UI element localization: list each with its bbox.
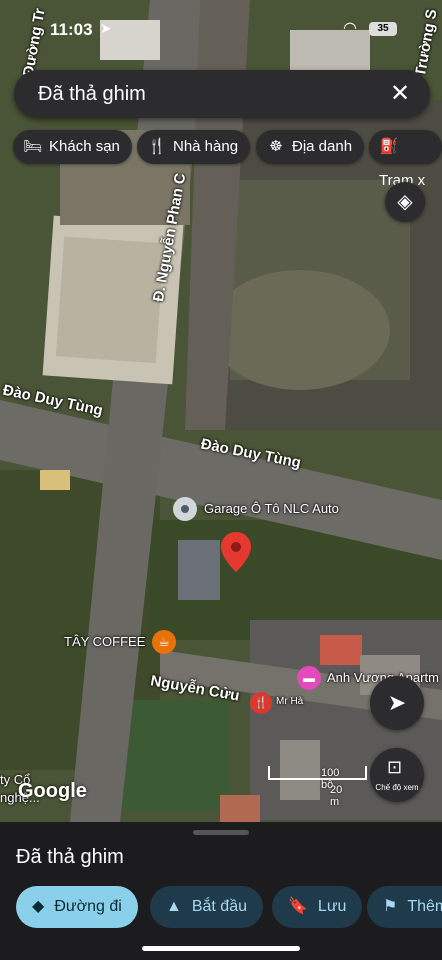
battery-icon: 35: [369, 22, 397, 36]
scale-meters: 20 m: [330, 784, 343, 808]
save-button[interactable]: 🔖 Lưu: [272, 886, 363, 928]
mr-ha-label: Mr Hà: [276, 696, 304, 707]
layers-icon: ◈: [397, 191, 413, 213]
directions-button[interactable]: ◆ Đường đi: [16, 886, 138, 928]
sheet-drag-handle[interactable]: [193, 830, 249, 835]
search-query[interactable]: Đã thả ghim: [38, 83, 146, 106]
restaurant-marker-icon: 🍴: [250, 692, 272, 714]
directions-label: Đường đi: [54, 898, 122, 915]
coffee-cup-icon: ☕: [152, 630, 176, 654]
more-label: Thêm: [407, 898, 442, 915]
bed-icon: 🛏: [23, 138, 43, 155]
wifi-icon: ◠: [343, 20, 357, 37]
my-location-button[interactable]: ➤: [370, 676, 424, 730]
navigation-arrow-icon: ➤: [387, 690, 407, 715]
chip-hotels[interactable]: 🛏 Khách sạn: [13, 130, 132, 164]
fuel-icon: ⛽: [379, 138, 399, 155]
location-pin-dot-icon: [181, 505, 189, 513]
chip-gas-station[interactable]: ⛽Trạm x: [369, 130, 442, 189]
landmark-icon: ☸: [269, 138, 283, 155]
chip-restaurants[interactable]: 🍴 Nhà hàng: [137, 130, 251, 164]
directions-icon: ◆: [32, 898, 45, 915]
flag-icon: ⚑: [383, 898, 398, 915]
scale-bar: [268, 766, 367, 780]
restaurant-icon: 🍴: [147, 138, 167, 155]
bookmark-icon: 🔖: [288, 898, 308, 915]
google-logo: Google: [18, 780, 87, 802]
camera-lens-icon: ⊡: [387, 757, 403, 777]
home-indicator[interactable]: [142, 946, 300, 951]
chip-label: Địa danh: [292, 138, 353, 155]
more-button[interactable]: ⚑ Thêm: [367, 886, 442, 928]
bottom-sheet[interactable]: Đã thả ghim ◆ Đường đi ▲ Bắt đầu 🔖 Lưu ⚑ Thê…: [0, 822, 442, 960]
status-time: 11:03: [50, 20, 93, 39]
coffee-label: TÂY COFFEE: [64, 634, 146, 649]
location-arrow-icon: ➤: [100, 20, 112, 36]
lens-label: Chế độ xem: [375, 783, 419, 792]
layers-button[interactable]: ◈: [385, 182, 425, 222]
sheet-title: Đã thả ghim: [16, 846, 124, 868]
chip-label: Khách sạn: [49, 138, 120, 155]
start-label: Bắt đầu: [191, 898, 247, 915]
navigation-start-icon: ▲: [166, 898, 182, 915]
chip-label: Nhà hàng: [173, 138, 239, 155]
garage-label: Garage Ô Tô NLC Auto: [204, 501, 339, 516]
status-bar: 11:03 ➤ ◠ 35: [0, 0, 442, 50]
search-bar[interactable]: Đã thả ghim ✕: [14, 70, 430, 118]
lens-view-button[interactable]: ⊡ Chế độ xem: [370, 748, 424, 802]
dropped-pin-icon[interactable]: [220, 532, 252, 576]
chip-landmarks[interactable]: ☸ Địa danh: [256, 130, 365, 164]
save-label: Lưu: [317, 898, 347, 915]
start-button[interactable]: ▲ Bắt đầu: [150, 886, 263, 928]
close-icon[interactable]: ✕: [384, 78, 416, 110]
hotel-bed-icon: ▬: [297, 666, 321, 690]
